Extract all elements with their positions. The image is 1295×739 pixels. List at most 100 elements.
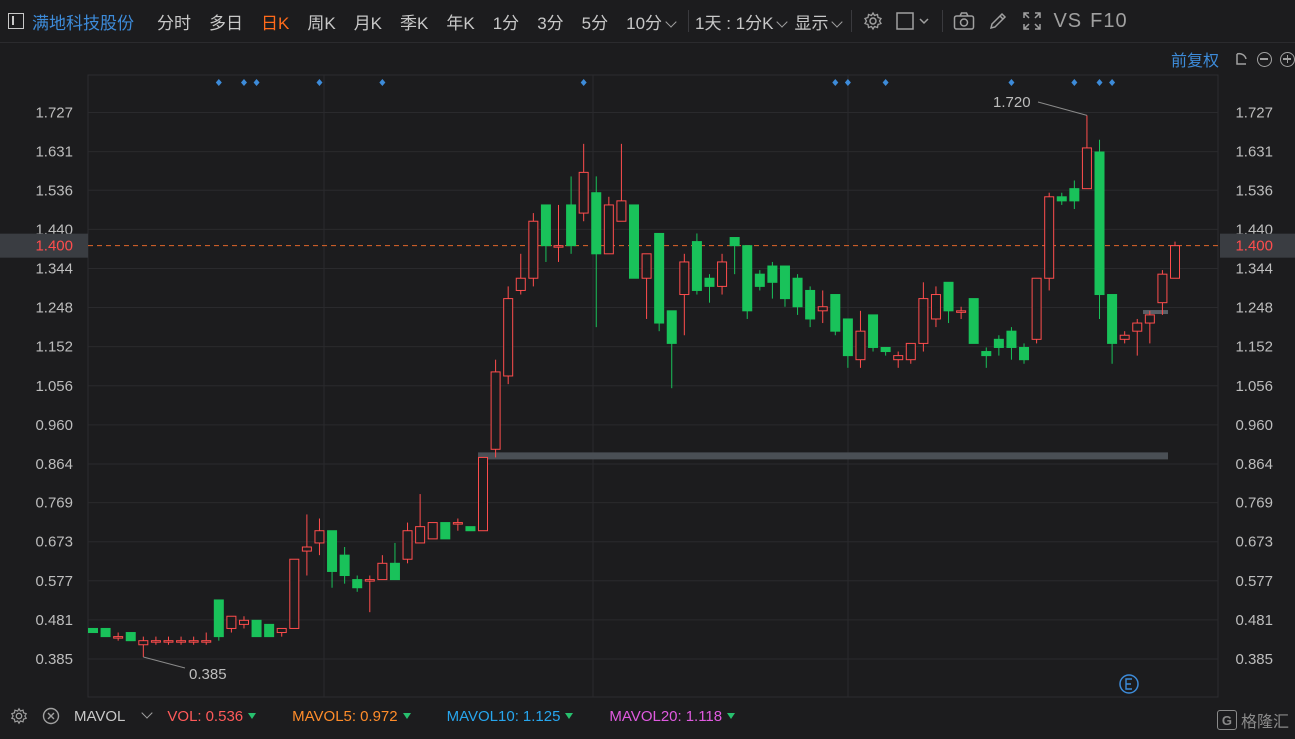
display-select[interactable]: 显示 xyxy=(788,9,847,34)
indicator-select[interactable]: MAVOL xyxy=(74,707,154,725)
candle-body[interactable] xyxy=(591,192,602,255)
candle-body[interactable] xyxy=(452,522,463,525)
candle-body[interactable] xyxy=(125,632,136,642)
event-marker[interactable] xyxy=(844,79,851,86)
candle-body[interactable] xyxy=(163,640,174,643)
tab-jik[interactable]: 季K xyxy=(391,9,437,34)
candle-body[interactable] xyxy=(377,562,388,581)
candle-body[interactable] xyxy=(389,562,400,581)
candle-body[interactable] xyxy=(503,298,514,377)
candle-body[interactable] xyxy=(654,232,665,324)
gear-icon[interactable] xyxy=(862,10,884,32)
candle-body[interactable] xyxy=(729,237,740,247)
candle-body[interactable] xyxy=(1170,245,1180,279)
candle-body[interactable] xyxy=(779,265,790,300)
undo-icon[interactable] xyxy=(1232,50,1250,68)
candle-body[interactable] xyxy=(251,619,262,638)
candle-body[interactable] xyxy=(113,636,124,639)
candle-body[interactable] xyxy=(1044,196,1055,279)
candle-body[interactable] xyxy=(238,619,249,625)
candle-body[interactable] xyxy=(1107,294,1118,344)
candle-body[interactable] xyxy=(968,298,979,344)
candle-body[interactable] xyxy=(402,530,413,560)
candle-body[interactable] xyxy=(314,530,325,544)
candle-body[interactable] xyxy=(553,245,564,248)
camera-icon[interactable] xyxy=(953,10,975,32)
candle-body[interactable] xyxy=(188,640,199,643)
candle-body[interactable] xyxy=(905,342,916,361)
candle-body[interactable] xyxy=(352,579,363,589)
pencil-icon[interactable] xyxy=(987,10,1009,32)
candle-body[interactable] xyxy=(289,558,300,629)
candle-body[interactable] xyxy=(1081,147,1092,190)
candle-body[interactable] xyxy=(1094,151,1105,296)
candle-body[interactable] xyxy=(805,289,816,320)
candle-body[interactable] xyxy=(918,298,929,344)
candle-body[interactable] xyxy=(578,171,589,214)
candle-body[interactable] xyxy=(1031,277,1042,340)
candle-body[interactable] xyxy=(478,456,489,532)
candle-body[interactable] xyxy=(528,220,539,279)
tab-zhouk[interactable]: 周K xyxy=(298,9,344,34)
candle-body[interactable] xyxy=(490,371,501,450)
tab-fenshi[interactable]: 分时 xyxy=(148,9,200,34)
candle-body[interactable] xyxy=(842,318,853,357)
candle-body[interactable] xyxy=(540,204,551,247)
candle-body[interactable] xyxy=(956,310,967,313)
candle-body[interactable] xyxy=(754,273,765,287)
candle-body[interactable] xyxy=(742,245,753,312)
candle-body[interactable] xyxy=(792,277,803,308)
event-marker[interactable] xyxy=(253,79,260,86)
tab-10min[interactable]: 10分 xyxy=(617,9,684,34)
candle-body[interactable] xyxy=(138,640,149,646)
candle-body[interactable] xyxy=(364,579,375,582)
candle-body[interactable] xyxy=(1144,314,1155,324)
candle-body[interactable] xyxy=(691,241,702,291)
candle-body[interactable] xyxy=(993,338,1004,348)
f10-button[interactable]: F10 xyxy=(1090,10,1127,33)
candle-body[interactable] xyxy=(1132,322,1143,332)
candle-body[interactable] xyxy=(868,314,879,348)
candlestick-chart[interactable]: 1.727 1.7271.631 1.6311.536 1.5361.440 1.440… xyxy=(0,0,1295,739)
price-adjust-select[interactable]: 前复权 xyxy=(1171,47,1219,71)
sidebar-toggle-icon[interactable] xyxy=(8,13,24,29)
gear-icon[interactable] xyxy=(10,707,28,725)
candle-body[interactable] xyxy=(327,530,338,572)
candle-body[interactable] xyxy=(603,204,614,255)
candle-body[interactable] xyxy=(930,294,941,320)
candle-body[interactable] xyxy=(893,355,904,361)
candle-body[interactable] xyxy=(855,330,866,361)
candle-body[interactable] xyxy=(88,627,98,634)
tab-3min[interactable]: 3分 xyxy=(528,9,572,34)
candle-body[interactable] xyxy=(817,306,828,312)
candle-body[interactable] xyxy=(717,261,728,287)
candle-body[interactable] xyxy=(981,351,992,357)
event-marker[interactable] xyxy=(1008,79,1015,86)
candle-body[interactable] xyxy=(830,294,841,332)
candle-body[interactable] xyxy=(1119,334,1130,340)
candle-body[interactable] xyxy=(666,310,677,344)
event-marker[interactable] xyxy=(379,79,386,86)
candle-body[interactable] xyxy=(276,627,287,634)
candle-body[interactable] xyxy=(566,204,577,247)
tab-niank[interactable]: 年K xyxy=(437,9,483,34)
candle-body[interactable] xyxy=(100,627,111,638)
candle-body[interactable] xyxy=(440,522,451,540)
candle-body[interactable] xyxy=(226,615,237,629)
event-marker[interactable] xyxy=(215,79,222,86)
candle-body[interactable] xyxy=(880,346,891,353)
event-marker[interactable] xyxy=(882,79,889,86)
event-marker[interactable] xyxy=(1071,79,1078,86)
candle-body[interactable] xyxy=(427,522,438,540)
tab-duori[interactable]: 多日 xyxy=(200,9,252,34)
zoom-in-icon[interactable] xyxy=(1280,51,1295,67)
event-marker[interactable] xyxy=(240,79,247,86)
zoom-out-icon[interactable] xyxy=(1257,51,1272,67)
tab-yuek[interactable]: 月K xyxy=(345,9,391,34)
interval-select[interactable]: 1天 : 1分K xyxy=(693,9,789,34)
candle-body[interactable] xyxy=(629,204,639,279)
chart-style-select[interactable] xyxy=(896,10,932,32)
compare-vs-button[interactable]: VS xyxy=(1053,10,1082,33)
candle-body[interactable] xyxy=(1019,346,1030,361)
candle-body[interactable] xyxy=(201,640,212,643)
